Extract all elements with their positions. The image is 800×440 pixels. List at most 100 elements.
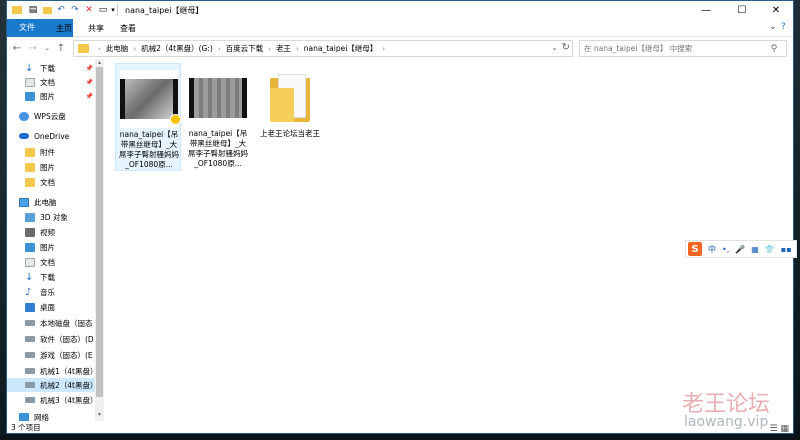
breadcrumb-current-folder[interactable]: nana_taipei【继母】 [304,43,378,54]
search-input[interactable] [580,41,766,56]
sidebar-item-pictures-quick[interactable]: 图片 📌 [7,89,95,103]
sidebar-item-downloads-quick[interactable]: ↓ 下载 📌 [7,61,95,75]
tab-share[interactable]: 共享 [79,21,113,37]
expand-ribbon-icon[interactable]: ⌄ [769,22,777,32]
sidebar-item-label: 机械1（4t黑盘） [40,366,95,376]
picture-icon [25,242,35,252]
chevron-right-icon[interactable]: › [268,45,271,53]
maximize-button[interactable]: ☐ [725,1,759,19]
scroll-down-icon[interactable]: ▾ [95,411,104,419]
back-arrow-icon[interactable]: ← [11,41,23,55]
large-icons-view-icon[interactable]: ▦ [780,424,789,433]
sidebar-item-pictures[interactable]: 图片 [7,240,95,254]
chevron-right-icon[interactable]: › [98,45,101,53]
address-bar[interactable]: › 此电脑 › 机械2（4t黑盘）(G:) › 百度云下载 › 老王 › nan… [73,40,573,57]
up-arrow-icon[interactable]: ↑ [55,41,67,55]
search-icon[interactable]: ⚲ [766,44,782,54]
folder-icon [25,147,35,157]
ime-menu-icon[interactable]: ▪▪ [781,245,792,254]
sidebar-item-label: 文档 [40,77,55,87]
breadcrumb-this-pc[interactable]: 此电脑 [106,43,129,54]
sidebar-item-3d-objects[interactable]: 3D 对象 [7,210,95,224]
player-badge-icon [170,114,181,125]
file-item-video-1[interactable]: nana_taipei【吊带黑丝继母】_大屌李子臀射骚妈妈_OF1080原... [115,63,181,171]
film-strip-icon [189,78,247,118]
minimize-button[interactable]: — [689,1,723,19]
drive-icon [25,320,35,326]
help-icon[interactable]: ? [781,22,786,32]
sidebar-item-label: 视频 [40,227,55,237]
chevron-down-icon[interactable]: ⌄ [551,43,558,52]
sidebar-item-drive-c[interactable]: 本地磁盘（固态 [7,316,95,330]
sidebar-scrollbar[interactable]: ▴ ▾ [95,59,104,421]
breadcrumb-drive[interactable]: 机械2（4t黑盘）(G:) [141,43,213,54]
sidebar-item-documents-quick[interactable]: 文档 📌 [7,75,95,89]
film-strip-icon [120,79,181,125]
close-button[interactable]: ✕ [759,1,793,19]
sidebar-item-label: 本地磁盘（固态 [40,318,93,328]
sidebar-item-network[interactable]: 网络 [7,413,95,421]
file-item-video-2[interactable]: nana_taipei【吊带黑丝继母】_大屌李子臀射骚妈妈_OF1080原... [185,63,251,171]
sidebar-item-label: 游戏（固态）(E [40,350,93,360]
ime-punctuation-icon[interactable]: •, [722,245,729,254]
sidebar-item-label: 文档 [40,257,55,267]
sidebar-item-this-pc[interactable]: 此电脑 [7,195,95,209]
sogou-logo-icon[interactable]: S [688,242,702,256]
sidebar-item-wps-cloud[interactable]: WPS云盘 [7,109,95,123]
sidebar-item-onedrive-documents[interactable]: 文档 [7,175,95,189]
drive-icon [25,368,35,374]
sidebar-item-onedrive[interactable]: OneDrive [7,129,95,143]
scroll-up-icon[interactable]: ▴ [95,59,104,67]
chevron-right-icon[interactable]: › [382,45,385,53]
ime-keyboard-icon[interactable]: ▦ [751,245,759,254]
network-icon [19,413,29,421]
new-folder-icon[interactable] [41,4,53,16]
sidebar-item-drive-mech1[interactable]: 机械1（4t黑盘） [7,364,95,378]
sidebar-item-drive-mech3[interactable]: 机械3（4t黑盘） [7,393,95,407]
sidebar-item-drive-mech2[interactable]: 机械2（4t黑盘） [7,378,95,392]
sidebar-item-drive-d[interactable]: 软件（固态）(D [7,332,95,346]
undo-icon[interactable]: ↶ [55,4,67,16]
sidebar-item-desktop[interactable]: 桌面 [7,300,95,314]
sidebar-item-downloads[interactable]: ↓ 下载 [7,270,95,284]
folder-thumbnail [261,69,319,127]
breadcrumb: 此电脑 › 机械2（4t黑盘）(G:) › 百度云下载 › 老王 › nana_… [106,43,390,54]
breadcrumb-laowang[interactable]: 老王 [276,43,291,54]
desktop-background-right [794,0,800,440]
sidebar-item-documents[interactable]: 文档 [7,255,95,269]
chevron-right-icon[interactable]: › [218,45,221,53]
ime-skin-icon[interactable]: 👕 [765,245,775,254]
delete-icon[interactable]: ✕ [83,4,95,16]
sidebar-item-videos[interactable]: 视频 [7,225,95,239]
details-view-icon[interactable]: ☰ [770,424,778,433]
refresh-icon[interactable]: ↻ [562,42,570,53]
forward-arrow-icon[interactable]: → [27,41,39,55]
pin-icon: 📌 [85,78,93,86]
chevron-right-icon[interactable]: › [296,45,299,53]
recent-locations-icon[interactable]: ⌄ [41,41,53,55]
chevron-right-icon[interactable]: › [133,45,136,53]
properties-icon[interactable]: ▤ [27,4,39,16]
tab-view[interactable]: 查看 [111,21,145,37]
ime-chinese-mode[interactable]: 中 [708,244,716,255]
ime-microphone-icon[interactable]: 🎤 [735,245,745,254]
sidebar-item-attachments[interactable]: 附件 [7,145,95,159]
download-arrow-icon: ↓ [25,271,34,283]
desktop-icon [25,302,35,312]
sidebar-item-onedrive-pictures[interactable]: 图片 [7,160,95,174]
status-bar: 3 个项目 ☰ ▦ [7,421,793,433]
search-box[interactable]: ⚲ [579,40,787,57]
drive-icon [25,352,35,358]
scrollbar-thumb[interactable] [96,67,103,397]
tab-home[interactable]: 主页 [47,21,81,37]
breadcrumb-baidu-download[interactable]: 百度云下载 [226,43,264,54]
sidebar-item-label: 网络 [34,413,49,421]
sidebar-item-label: 图片 [40,242,55,252]
file-item-folder[interactable]: 上老王论坛当老王 [257,63,323,153]
document-icon [25,257,35,267]
file-name: nana_taipei【吊带黑丝继母】_大屌李子臀射骚妈妈_OF1080原... [188,129,248,168]
redo-icon[interactable]: ↷ [69,4,81,16]
sidebar-item-drive-e[interactable]: 游戏（固态）(E [7,348,95,362]
sidebar-item-music[interactable]: ♪ 音乐 [7,285,95,299]
ime-toolbar[interactable]: S 中 •, 🎤 ▦ 👕 ▪▪ [685,240,797,258]
